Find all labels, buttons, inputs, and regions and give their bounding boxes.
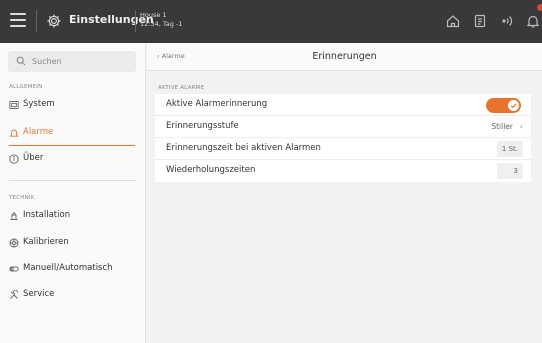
section-label-allgemein: ALLGEMEIN <box>9 84 43 90</box>
sidebar-item-label: Service <box>23 289 55 299</box>
sidebar-item-label: Kalibrieren <box>23 237 69 247</box>
notification-badge <box>537 4 542 11</box>
manual-auto-icon <box>9 266 19 272</box>
settings-list: Aktive Alarmerinnerung Erinnerungsstufe … <box>155 94 531 182</box>
menu-icon[interactable] <box>10 13 26 27</box>
topbar-divider <box>36 10 37 32</box>
house-name: House 1 <box>140 11 167 19</box>
topbar-divider <box>135 10 136 32</box>
sidebar: ALLGEMEIN System Alarme Über TECHNIK Ins… <box>0 43 146 343</box>
search-input[interactable] <box>32 53 132 70</box>
sidebar-item-label: Manuell/Automatisch <box>23 263 113 273</box>
sidebar-item-kalibrieren[interactable]: Kalibrieren <box>0 232 145 254</box>
search-icon <box>16 56 26 66</box>
installation-icon <box>10 211 18 220</box>
sidebar-item-ueber[interactable]: Über <box>0 148 145 170</box>
setting-value-field[interactable]: 1 St. <box>496 141 523 157</box>
chevron-right-icon: › <box>519 122 523 131</box>
document-icon[interactable] <box>472 13 488 29</box>
setting-row-erinnerungsstufe[interactable]: Erinnerungsstufe Stiller › <box>155 116 531 138</box>
bell-icon[interactable] <box>525 13 541 29</box>
setting-row-erinnerungszeit[interactable]: Erinnerungszeit bei aktiven Alarmen 1 St… <box>155 138 531 160</box>
alarm-icon <box>9 129 19 137</box>
sidebar-item-installation[interactable]: Installation <box>0 205 145 227</box>
setting-row-wiederholungszeiten[interactable]: Wiederholungszeiten 3 <box>155 160 531 182</box>
setting-label: Erinnerungszeit bei aktiven Alarmen <box>166 143 321 153</box>
calibrate-icon <box>9 238 19 248</box>
service-icon <box>10 290 18 299</box>
content-header: ‹ Alarme Erinnerungen <box>147 43 542 71</box>
active-indicator <box>9 144 135 146</box>
setting-label: Aktive Alarmerinnerung <box>166 99 268 109</box>
sidebar-divider <box>9 180 136 181</box>
sidebar-item-alarme[interactable]: Alarme <box>0 122 145 146</box>
main-panel: ‹ Alarme Erinnerungen AKTIVE ALARME Akti… <box>147 43 542 343</box>
sidebar-item-label: System <box>23 99 55 109</box>
toggle-knob <box>508 100 519 111</box>
house-info[interactable]: House 1 12:34, Tag -1 <box>140 11 182 29</box>
setting-label: Wiederholungszeiten <box>166 165 256 175</box>
info-icon <box>9 154 19 164</box>
section-label-technik: TECHNIK <box>9 195 35 201</box>
sidebar-item-manuell-automatisch[interactable]: Manuell/Automatisch <box>0 258 145 280</box>
home-icon[interactable] <box>445 13 461 29</box>
setting-row-aktive-alarmerinnerung[interactable]: Aktive Alarmerinnerung <box>155 94 531 116</box>
content-title: Erinnerungen <box>312 51 377 62</box>
search-box[interactable] <box>8 51 136 72</box>
section-label-aktive-alarme: AKTIVE ALARME <box>158 85 205 91</box>
system-icon <box>9 101 19 109</box>
check-icon <box>510 103 517 109</box>
alarm-reminder-toggle[interactable] <box>486 98 521 113</box>
gear-icon <box>47 14 61 28</box>
house-status: 12:34, Tag -1 <box>140 20 183 28</box>
sidebar-item-system[interactable]: System <box>0 94 145 116</box>
setting-value-field[interactable]: 3 <box>497 163 523 179</box>
sidebar-item-label: Über <box>23 153 44 163</box>
sidebar-item-label: Alarme <box>23 127 54 137</box>
signal-icon[interactable] <box>499 13 515 29</box>
top-bar: Einstellungen House 1 12:34, Tag -1 <box>0 0 542 43</box>
setting-value: Stiller <box>491 122 513 131</box>
setting-label: Erinnerungsstufe <box>166 121 239 131</box>
sidebar-item-label: Installation <box>23 210 71 220</box>
sidebar-item-service[interactable]: Service <box>0 284 145 306</box>
